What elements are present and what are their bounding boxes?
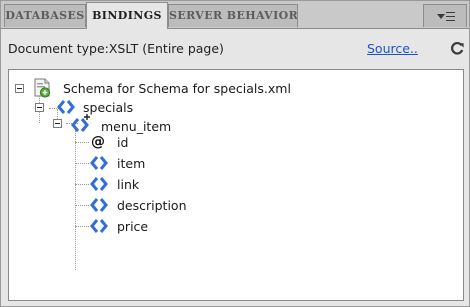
element-icon bbox=[90, 219, 108, 233]
tab-server-behaviors[interactable]: SERVER BEHAVIORS bbox=[168, 4, 298, 27]
collapse-root-toggle[interactable] bbox=[15, 84, 24, 93]
tree-node-price[interactable]: price bbox=[117, 219, 148, 234]
document-type-label: Document type:XSLT (Entire page) bbox=[8, 41, 224, 56]
element-icon bbox=[90, 198, 108, 212]
document-type-row: Document type:XSLT (Entire page) Source.… bbox=[1, 29, 469, 67]
refresh-icon[interactable] bbox=[449, 40, 465, 56]
source-link[interactable]: Source.. bbox=[367, 41, 418, 56]
panel-options-menu-icon[interactable] bbox=[423, 4, 467, 27]
tab-databases[interactable]: DATABASES bbox=[4, 4, 86, 27]
tree-node-menu-item[interactable]: menu_item bbox=[101, 119, 171, 134]
tree-node-item[interactable]: item bbox=[117, 156, 145, 171]
panel-tab-bar: DATABASES BINDINGS SERVER BEHAVIORS bbox=[1, 1, 469, 29]
tree-node-id[interactable]: id bbox=[117, 135, 128, 150]
tree-node-description[interactable]: description bbox=[117, 198, 187, 213]
xml-schema-icon bbox=[34, 78, 51, 98]
tree-node-link[interactable]: link bbox=[117, 177, 139, 192]
collapse-menu-item-toggle[interactable] bbox=[53, 119, 62, 128]
element-icon bbox=[90, 177, 108, 191]
tree-node-schema[interactable]: Schema for Schema for specials.xml bbox=[63, 81, 291, 96]
tab-bindings[interactable]: BINDINGS bbox=[86, 2, 168, 29]
bindings-tree: Schema for Schema for specials.xml speci… bbox=[8, 69, 464, 301]
attribute-icon: @ bbox=[91, 134, 105, 150]
element-icon bbox=[90, 156, 108, 170]
repeating-element-icon bbox=[71, 114, 90, 132]
bindings-panel: DATABASES BINDINGS SERVER BEHAVIORS Docu… bbox=[0, 0, 470, 307]
collapse-specials-toggle[interactable] bbox=[35, 103, 44, 112]
